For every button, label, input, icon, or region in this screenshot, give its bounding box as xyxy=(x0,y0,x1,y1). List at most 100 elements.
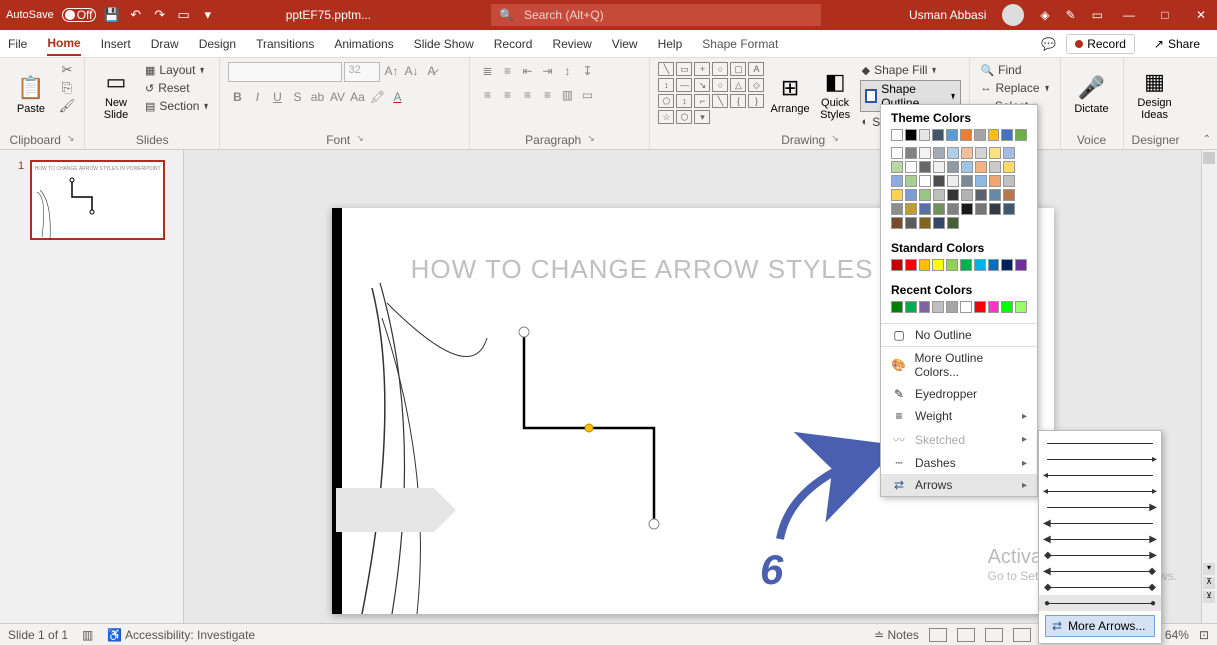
color-swatch[interactable] xyxy=(947,161,959,173)
color-swatch[interactable] xyxy=(905,147,917,159)
italic-icon[interactable]: I xyxy=(248,88,266,106)
color-swatch[interactable] xyxy=(960,129,972,141)
shadow-icon[interactable]: ab xyxy=(308,88,326,106)
bold-icon[interactable]: B xyxy=(228,88,246,106)
strikethrough-icon[interactable]: S xyxy=(288,88,306,106)
arrows-item[interactable]: ⇄Arrows▸ xyxy=(881,474,1037,496)
bullets-icon[interactable]: ≣ xyxy=(478,62,496,80)
color-swatch[interactable] xyxy=(905,203,917,215)
color-swatch[interactable] xyxy=(975,161,987,173)
smartart-icon[interactable]: ▭ xyxy=(578,86,596,104)
tab-file[interactable]: File xyxy=(8,33,27,55)
color-swatch[interactable] xyxy=(989,189,1001,201)
color-swatch[interactable] xyxy=(919,189,931,201)
numbering-icon[interactable]: ≡ xyxy=(498,62,516,80)
font-dialog-icon[interactable]: ↘ xyxy=(356,133,364,147)
design-ideas-button[interactable]: ▦Design Ideas xyxy=(1132,62,1178,128)
file-name[interactable]: pptEF75.pptm... xyxy=(286,8,371,22)
align-left-icon[interactable]: ≡ xyxy=(478,86,496,104)
minimize-icon[interactable]: — xyxy=(1119,8,1139,22)
color-swatch[interactable] xyxy=(975,189,987,201)
color-swatch[interactable] xyxy=(947,189,959,201)
fit-to-window-icon[interactable]: ⊡ xyxy=(1199,628,1209,642)
layout-button[interactable]: ▦ Layout ▾ xyxy=(143,62,211,78)
drawing-dialog-icon[interactable]: ↘ xyxy=(831,133,839,147)
align-center-icon[interactable]: ≡ xyxy=(498,86,516,104)
tab-home[interactable]: Home xyxy=(47,32,80,56)
color-swatch[interactable] xyxy=(960,259,972,271)
elbow-connector[interactable] xyxy=(520,328,680,548)
language-icon[interactable]: ▥ xyxy=(82,628,93,642)
color-swatch[interactable] xyxy=(905,175,917,187)
color-swatch[interactable] xyxy=(891,161,903,173)
color-swatch[interactable] xyxy=(974,301,986,313)
color-swatch[interactable] xyxy=(932,259,944,271)
color-swatch[interactable] xyxy=(891,301,903,313)
arrow-style-both[interactable]: ◂▸ xyxy=(1047,483,1153,499)
slideshow-view-icon[interactable] xyxy=(1013,628,1031,642)
slide-thumbnail[interactable]: HOW TO CHANGE ARROW STYLES IN POWERPOINT xyxy=(30,160,165,240)
color-swatch[interactable] xyxy=(974,259,986,271)
color-swatch[interactable] xyxy=(933,217,945,229)
present-icon[interactable]: ▭ xyxy=(176,7,192,23)
color-swatch[interactable] xyxy=(932,129,944,141)
tab-insert[interactable]: Insert xyxy=(101,33,131,55)
notes-button[interactable]: ≐ Notes xyxy=(874,628,919,642)
color-swatch[interactable] xyxy=(919,147,931,159)
color-swatch[interactable] xyxy=(960,301,972,313)
color-swatch[interactable] xyxy=(1003,175,1015,187)
color-swatch[interactable] xyxy=(988,259,1000,271)
color-swatch[interactable] xyxy=(961,161,973,173)
color-swatch[interactable] xyxy=(919,203,931,215)
color-swatch[interactable] xyxy=(919,259,931,271)
save-icon[interactable]: 💾 xyxy=(104,7,120,23)
tab-shape-format[interactable]: Shape Format xyxy=(702,33,778,55)
color-swatch[interactable] xyxy=(961,203,973,215)
color-swatch[interactable] xyxy=(933,189,945,201)
share-button[interactable]: ↗Share xyxy=(1145,34,1209,54)
arrow-style-start-diamond[interactable]: ◀◆ xyxy=(1047,563,1153,579)
color-swatch[interactable] xyxy=(919,217,931,229)
font-size-box[interactable]: 32 xyxy=(344,62,380,82)
color-swatch[interactable] xyxy=(947,175,959,187)
paragraph-dialog-icon[interactable]: ↘ xyxy=(587,133,595,147)
close-icon[interactable]: ✕ xyxy=(1191,8,1211,22)
color-swatch[interactable] xyxy=(1015,129,1027,141)
arrow-style-both-diamond[interactable]: ◆◆ xyxy=(1047,579,1153,595)
redo-icon[interactable]: ↷ xyxy=(152,7,168,23)
avatar[interactable] xyxy=(1002,4,1024,26)
accessibility-button[interactable]: ♿ Accessibility: Investigate xyxy=(107,628,255,642)
justify-icon[interactable]: ≡ xyxy=(538,86,556,104)
color-swatch[interactable] xyxy=(961,147,973,159)
tab-design[interactable]: Design xyxy=(199,33,236,55)
more-colors-item[interactable]: 🎨More Outline Colors... xyxy=(881,347,1037,383)
normal-view-icon[interactable] xyxy=(929,628,947,642)
decrease-indent-icon[interactable]: ⇤ xyxy=(518,62,536,80)
color-swatch[interactable] xyxy=(905,189,917,201)
color-swatch[interactable] xyxy=(947,217,959,229)
color-swatch[interactable] xyxy=(989,175,1001,187)
tab-transitions[interactable]: Transitions xyxy=(256,33,314,55)
color-swatch[interactable] xyxy=(947,147,959,159)
reset-button[interactable]: ↺ Reset xyxy=(143,80,211,96)
tab-slideshow[interactable]: Slide Show xyxy=(414,33,474,55)
tab-view[interactable]: View xyxy=(612,33,638,55)
arrow-style-both-tri[interactable]: ◀▶ xyxy=(1047,531,1153,547)
arrow-style-start[interactable]: ◂ xyxy=(1047,467,1153,483)
tab-animations[interactable]: Animations xyxy=(334,33,393,55)
color-swatch[interactable] xyxy=(891,147,903,159)
decrease-font-icon[interactable]: A↓ xyxy=(402,62,420,80)
undo-icon[interactable]: ↶ xyxy=(128,7,144,23)
color-swatch[interactable] xyxy=(933,175,945,187)
line-spacing-icon[interactable]: ↕ xyxy=(558,62,576,80)
quick-styles-button[interactable]: ◧Quick Styles xyxy=(815,62,856,128)
font-color-icon[interactable]: A xyxy=(388,88,406,106)
color-swatch[interactable] xyxy=(974,129,986,141)
color-swatch[interactable] xyxy=(1015,259,1027,271)
arrow-style-end[interactable]: ▸ xyxy=(1047,451,1153,467)
color-swatch[interactable] xyxy=(1001,259,1013,271)
more-arrows-item[interactable]: ⇄More Arrows... xyxy=(1045,615,1155,637)
align-right-icon[interactable]: ≡ xyxy=(518,86,536,104)
arrow-style-end-diamond[interactable]: ◆▶ xyxy=(1047,547,1153,563)
dashes-item[interactable]: ┄Dashes▸ xyxy=(881,452,1037,474)
